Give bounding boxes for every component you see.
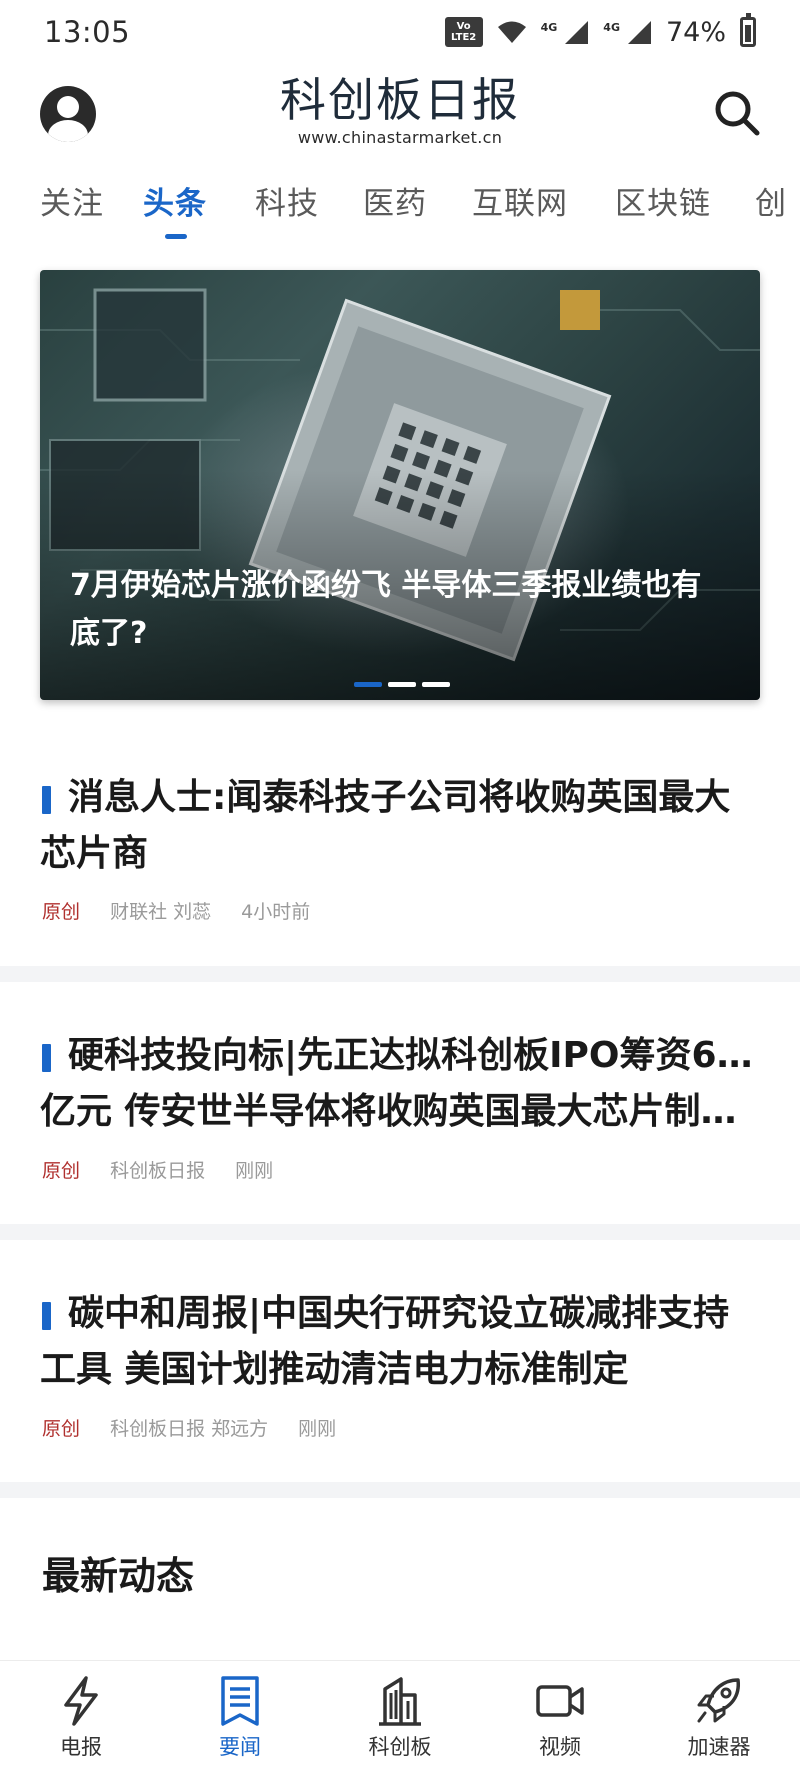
article-source: 科创板日报 bbox=[110, 1160, 206, 1182]
carousel-dot[interactable] bbox=[422, 682, 450, 687]
volte-sim-label: LTE2 bbox=[450, 32, 477, 43]
article-meta: 原创 财联社 刘蕊 4小时前 bbox=[42, 897, 310, 924]
article-time: 刚刚 bbox=[298, 1418, 337, 1440]
tab-medicine[interactable]: 医药 bbox=[363, 178, 427, 223]
article-card[interactable]: 硬科技投向标|先正达拟科创板IPO筹资650 亿元 传安世半导体将收购英国最大芯… bbox=[0, 1012, 800, 1212]
brand-logo: 科创板日报 www.chinastarmarket.cn bbox=[0, 72, 800, 147]
tab-technology[interactable]: 科技 bbox=[255, 178, 319, 223]
nav-item-telegraph[interactable]: 电报 bbox=[26, 1675, 136, 1761]
article-title-line: 硬科技投向标|先正达拟科创板IPO筹资650 bbox=[68, 1035, 760, 1076]
tab-internet[interactable]: 互联网 bbox=[472, 178, 568, 223]
article-source: 科创板日报 郑远方 bbox=[110, 1418, 269, 1440]
volte-icon: Vo LTE2 bbox=[444, 17, 483, 47]
tab-follow[interactable]: 关注 bbox=[40, 178, 104, 223]
network-type-2: 4G bbox=[603, 20, 620, 34]
original-tag: 原创 bbox=[42, 1418, 81, 1440]
brand-url: www.chinastarmarket.cn bbox=[297, 128, 503, 147]
nav-item-video[interactable]: 视频 bbox=[505, 1675, 615, 1761]
article-meta: 原创 科创板日报 刚刚 bbox=[42, 1156, 273, 1183]
tab-blockchain[interactable]: 区块链 bbox=[615, 178, 711, 223]
carousel-dot[interactable] bbox=[388, 682, 416, 687]
tab-more[interactable]: 创 bbox=[755, 178, 787, 223]
app-screen: 13:05 Vo LTE2 4G 4G 74% 科创板日报 www.chinas… bbox=[0, 0, 800, 1778]
nav-item-accelerator[interactable]: 加速器 bbox=[664, 1675, 774, 1761]
carousel-dot[interactable] bbox=[354, 682, 382, 687]
article-title-line: 亿元 传安世半导体将收购英国最大芯片制造... bbox=[40, 1091, 760, 1132]
brand-title: 科创板日报 bbox=[280, 73, 520, 127]
section-title-latest: 最新动态 bbox=[42, 1554, 195, 1598]
article-card[interactable]: 消息人士:闻泰科技子公司将收购英国最大芯片商 原创 财联社 刘蕊 4小时前 bbox=[0, 760, 800, 960]
original-tag: 原创 bbox=[42, 1160, 81, 1182]
nav-item-news[interactable]: 要闻 bbox=[185, 1675, 295, 1761]
article-title[interactable]: 碳中和周报|中国央行研究设立碳减排支持工具 美国计划推动清洁电力标准制定 bbox=[40, 1286, 760, 1398]
nav-label: 科创板 bbox=[368, 1735, 432, 1759]
banner-title[interactable]: 7月伊始芯片涨价函纷飞 半导体三季报业绩也有底了? bbox=[70, 562, 710, 658]
status-time: 13:05 bbox=[44, 15, 131, 49]
nav-label: 视频 bbox=[539, 1735, 581, 1759]
article-card[interactable]: 碳中和周报|中国央行研究设立碳减排支持工具 美国计划推动清洁电力标准制定 原创 … bbox=[0, 1270, 800, 1470]
section-divider bbox=[0, 1224, 800, 1240]
bottom-nav: 电报 要闻 科创板 视频 加速器 bbox=[0, 1660, 800, 1778]
section-divider bbox=[0, 966, 800, 982]
signal-icon-1 bbox=[565, 21, 589, 44]
carousel-indicator bbox=[354, 682, 450, 687]
section-divider bbox=[0, 1482, 800, 1498]
status-bar: 13:05 Vo LTE2 4G 4G 74% bbox=[0, 0, 800, 64]
nav-item-star-market[interactable]: 科创板 bbox=[345, 1675, 455, 1761]
wifi-icon bbox=[497, 21, 526, 43]
bookmark-list-icon bbox=[221, 1676, 259, 1726]
active-tab-indicator bbox=[165, 234, 187, 239]
app-header: 科创板日报 www.chinastarmarket.cn bbox=[0, 66, 800, 156]
lightning-icon bbox=[64, 1676, 98, 1726]
article-source: 财联社 刘蕊 bbox=[110, 901, 212, 923]
nav-label: 加速器 bbox=[687, 1735, 751, 1759]
featured-banner[interactable]: 7月伊始芯片涨价函纷飞 半导体三季报业绩也有底了? bbox=[40, 270, 760, 700]
nav-label: 要闻 bbox=[219, 1735, 261, 1759]
volte-label: Vo bbox=[456, 21, 471, 32]
original-tag: 原创 bbox=[42, 901, 81, 923]
tab-headlines[interactable]: 头条 bbox=[143, 178, 207, 223]
nav-label: 电报 bbox=[60, 1735, 102, 1759]
rocket-icon bbox=[697, 1678, 740, 1723]
battery-icon bbox=[740, 13, 756, 47]
article-time: 4小时前 bbox=[241, 901, 311, 923]
article-meta: 原创 科创板日报 郑远方 刚刚 bbox=[42, 1414, 336, 1441]
battery-percent: 74% bbox=[665, 16, 726, 48]
article-title[interactable]: 硬科技投向标|先正达拟科创板IPO筹资650 亿元 传安世半导体将收购英国最大芯… bbox=[40, 1028, 760, 1140]
category-tabs: 关注 头条 科技 医药 互联网 区块链 创 bbox=[0, 170, 800, 240]
article-time: 刚刚 bbox=[235, 1160, 274, 1182]
signal-icon-2 bbox=[627, 21, 651, 44]
network-type-1: 4G bbox=[540, 20, 558, 34]
building-icon bbox=[379, 1677, 421, 1726]
status-icons: Vo LTE2 4G 4G 74% bbox=[444, 13, 756, 48]
article-title[interactable]: 消息人士:闻泰科技子公司将收购英国最大芯片商 bbox=[40, 770, 760, 882]
search-icon[interactable] bbox=[712, 88, 762, 138]
video-camera-icon bbox=[536, 1685, 584, 1717]
